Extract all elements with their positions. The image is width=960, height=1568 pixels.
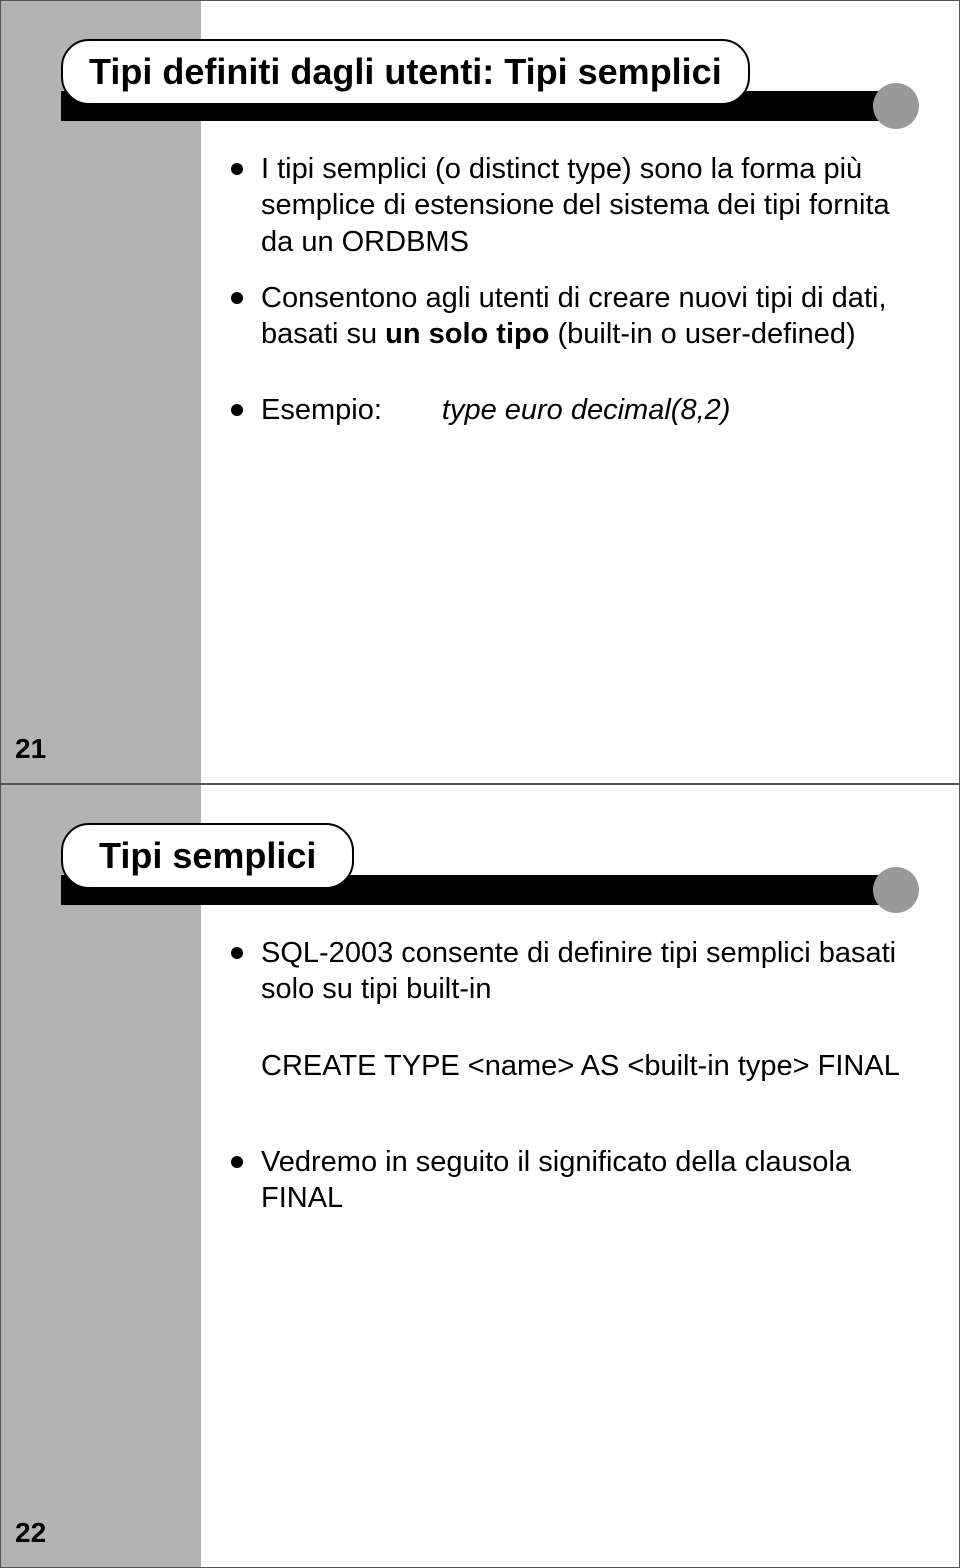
bullet-item: SQL-2003 consente di definire tipi sempl… <box>231 935 909 1008</box>
bullet-item: Consentono agli utenti di creare nuovi t… <box>231 280 909 353</box>
bullet-item: Vedremo in seguito il significato della … <box>231 1144 909 1217</box>
slide-content: I tipi semplici (o distinct type) sono l… <box>231 151 909 449</box>
slide-1: Tipi definiti dagli utenti: Tipi semplic… <box>0 0 960 784</box>
bullet-text: Vedremo in seguito il significato della … <box>261 1146 851 1214</box>
page-number: 21 <box>15 733 46 765</box>
bullet-text: Consentono agli utenti di creare nuovi t… <box>261 282 887 350</box>
bullet-item: I tipi semplici (o distinct type) sono l… <box>231 151 909 260</box>
title-knob <box>873 83 919 129</box>
title-knob <box>873 867 919 913</box>
slide-title: Tipi definiti dagli utenti: Tipi semplic… <box>89 51 722 92</box>
code-line: CREATE TYPE <name> AS <built-in type> FI… <box>261 1048 909 1084</box>
example-value: type euro decimal(8,2) <box>442 392 731 428</box>
slide-title: Tipi semplici <box>99 835 316 876</box>
bullet-text: SQL-2003 consente di definire tipi sempl… <box>261 937 896 1005</box>
slide-content: SQL-2003 consente di definire tipi sempl… <box>231 935 909 1236</box>
slide-2: Tipi semplici SQL-2003 consente di defin… <box>0 784 960 1568</box>
bullet-item: Esempio: type euro decimal(8,2) <box>231 392 909 428</box>
slide-title-box: Tipi definiti dagli utenti: Tipi semplic… <box>61 39 750 105</box>
slide-title-box: Tipi semplici <box>61 823 354 889</box>
page-number: 22 <box>15 1517 46 1549</box>
bullet-text: I tipi semplici (o distinct type) sono l… <box>261 153 890 258</box>
example-label: Esempio: <box>261 392 382 428</box>
